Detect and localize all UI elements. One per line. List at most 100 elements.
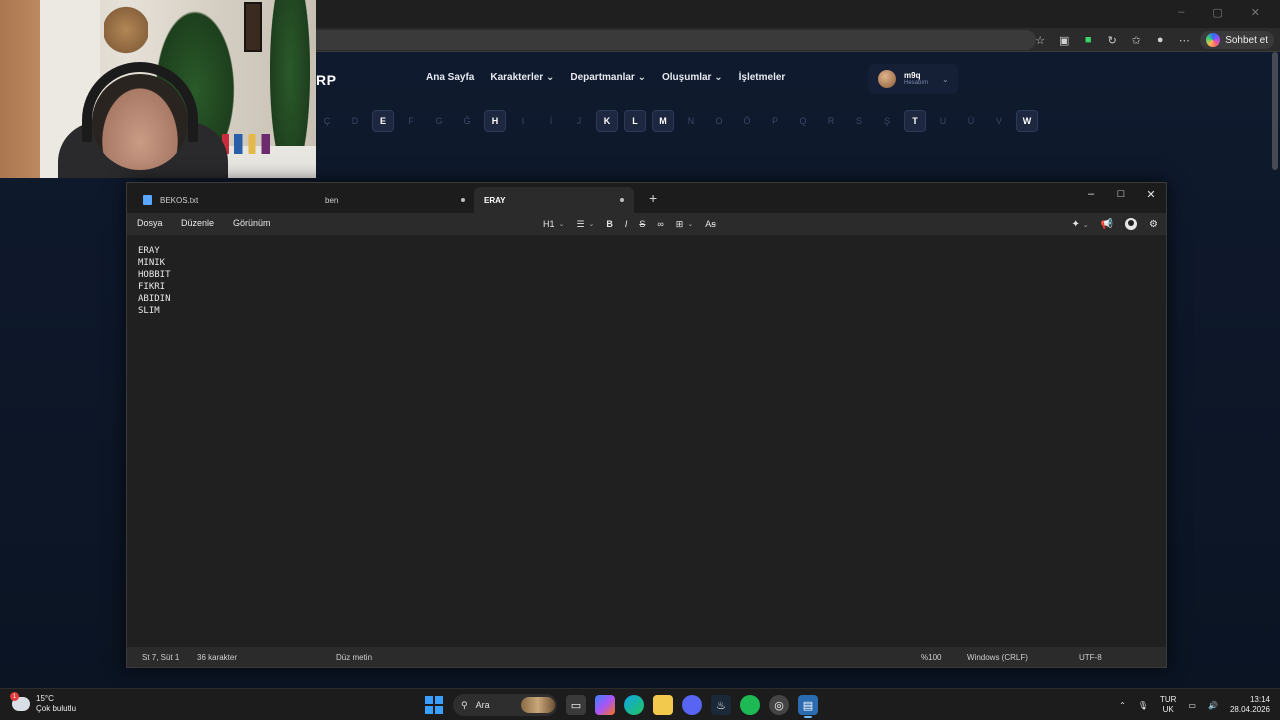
tab-ben[interactable]: ben <box>315 187 475 213</box>
tab-label: BEKOS.txt <box>160 195 199 205</box>
strikethrough-button[interactable]: S <box>639 219 645 229</box>
heading-select[interactable]: H1 ⌄ <box>543 219 564 229</box>
browser-maximize-button[interactable]: ▢ <box>1212 6 1222 19</box>
extension-green-icon[interactable]: ■ <box>1080 32 1096 48</box>
letter-filter-button[interactable]: S <box>848 110 870 132</box>
letter-filter-button[interactable]: P <box>764 110 786 132</box>
tab-bekos[interactable]: BEKOS.txt <box>133 187 293 213</box>
taskbar-search[interactable]: ⚲ Ara <box>453 694 557 716</box>
language-indicator[interactable]: TUR UK <box>1160 695 1176 715</box>
letter-filter-button[interactable]: Ö <box>736 110 758 132</box>
tab-eray[interactable]: ERAY <box>474 187 634 213</box>
letter-filter-button[interactable]: D <box>344 110 366 132</box>
letter-filter-button[interactable]: W <box>1016 110 1038 132</box>
letter-filter-button[interactable]: T <box>904 110 926 132</box>
menu-edit[interactable]: Düzenle <box>181 218 214 228</box>
app-icon[interactable]: ◎ <box>769 695 789 715</box>
zoom-level[interactable]: %100 <box>921 653 941 662</box>
chevron-up-icon[interactable]: ⌃ <box>1119 701 1126 710</box>
microphone-icon[interactable]: 🎙 <box>1138 701 1148 710</box>
new-tab-button[interactable]: + <box>649 191 657 205</box>
notepad-taskbar-icon[interactable]: ▤ <box>798 695 818 718</box>
site-logo[interactable]: RP <box>316 72 336 88</box>
menu-view[interactable]: Görünüm <box>233 218 271 228</box>
clock[interactable]: 13:14 28.04.2026 <box>1230 695 1270 715</box>
letter-filter-button[interactable]: N <box>680 110 702 132</box>
letter-filter-button[interactable]: Ç <box>316 110 338 132</box>
minimize-button[interactable]: – <box>1076 183 1106 205</box>
browser-titlebar: – ▢ ✕ <box>316 0 1280 28</box>
letter-filter-button[interactable]: Q <box>792 110 814 132</box>
letter-filter-button[interactable]: K <box>596 110 618 132</box>
account-menu[interactable]: m9q Hesabım ⌄ <box>868 64 958 94</box>
copilot-taskbar-icon[interactable] <box>595 695 615 715</box>
text-format[interactable]: Düz metin <box>336 653 372 662</box>
more-options-icon[interactable]: ⋯ <box>1176 32 1192 48</box>
favorites-icon[interactable]: ✩ <box>1128 32 1144 48</box>
refresh-extension-icon[interactable]: ↻ <box>1104 32 1120 48</box>
encoding[interactable]: UTF-8 <box>1079 653 1102 662</box>
discord-icon[interactable] <box>682 695 702 715</box>
letter-filter-button[interactable]: U <box>932 110 954 132</box>
announcement-button[interactable]: 📢 <box>1101 219 1113 230</box>
letter-filter-button[interactable]: V <box>988 110 1010 132</box>
profile-icon[interactable]: ● <box>1152 32 1168 48</box>
letter-filter-button[interactable]: I <box>512 110 534 132</box>
browser-close-button[interactable]: ✕ <box>1251 6 1260 19</box>
nav-departments[interactable]: Departmanlar ⌄ <box>570 72 646 83</box>
nav-home[interactable]: Ana Sayfa <box>426 72 474 83</box>
close-button[interactable]: ✕ <box>1136 183 1166 205</box>
browser-minimize-button[interactable]: – <box>1178 6 1184 19</box>
nav-organizations[interactable]: Oluşumlar ⌄ <box>662 72 723 83</box>
start-button[interactable] <box>424 695 444 715</box>
task-view-icon[interactable]: ▭ <box>566 695 586 715</box>
edge-icon[interactable] <box>624 695 644 715</box>
network-icon[interactable]: ▭ <box>1188 701 1196 710</box>
notepad-right-toolbar: ✦ ⌄ 📢 ⚙ <box>1072 216 1158 232</box>
nav-characters[interactable]: Karakterler ⌄ <box>490 72 554 83</box>
letter-filter-button[interactable]: J <box>568 110 590 132</box>
letter-filter-button[interactable]: İ <box>540 110 562 132</box>
file-explorer-icon[interactable] <box>653 695 673 715</box>
menu-file[interactable]: Dosya <box>137 218 163 228</box>
letter-filter-button[interactable]: Ü <box>960 110 982 132</box>
copilot-rewrite-button[interactable]: ✦ ⌄ <box>1072 219 1089 230</box>
steam-icon[interactable]: ♨ <box>711 695 731 715</box>
address-bar[interactable] <box>316 30 1036 50</box>
copilot-button[interactable]: Sohbet et <box>1200 31 1274 49</box>
bold-button[interactable]: B <box>606 219 613 229</box>
letter-filter-button[interactable]: Ş <box>876 110 898 132</box>
link-button[interactable]: ∞ <box>657 219 663 229</box>
volume-icon[interactable]: 🔊 <box>1208 701 1218 710</box>
spotify-icon[interactable] <box>740 695 760 715</box>
account-avatar-icon[interactable] <box>1125 218 1138 230</box>
nav-businesses[interactable]: İşletmeler <box>739 72 786 83</box>
letter-filter-button[interactable]: H <box>484 110 506 132</box>
settings-button[interactable]: ⚙ <box>1149 219 1158 230</box>
letter-filter-button[interactable]: G <box>428 110 450 132</box>
table-button[interactable]: ⊞ ⌄ <box>676 219 693 230</box>
letter-filter-button[interactable]: O <box>708 110 730 132</box>
line-endings[interactable]: Windows (CRLF) <box>967 653 1028 662</box>
unsaved-dot-icon <box>461 198 465 202</box>
italic-button[interactable]: I <box>625 219 628 229</box>
avatar <box>878 70 896 88</box>
page-scrollbar[interactable] <box>1272 52 1278 170</box>
letter-filter-button[interactable]: F <box>400 110 422 132</box>
letter-filter-button[interactable]: R <box>820 110 842 132</box>
letter-filter-button[interactable]: Ğ <box>456 110 478 132</box>
favorite-star-icon[interactable]: ☆ <box>1032 32 1048 48</box>
letter-filter-button[interactable]: M <box>652 110 674 132</box>
extension-icon[interactable]: ▣ <box>1056 32 1072 48</box>
notepad-menubar: Dosya Düzenle Görünüm H1 ⌄ ☰ ⌄ B I S ∞ ⊞… <box>127 213 1166 235</box>
text-editor[interactable]: ERAY MINIK HOBBIT FIKRI ABIDIN SLIM <box>127 235 1166 649</box>
maximize-button[interactable]: □ <box>1106 183 1136 205</box>
weather-widget[interactable]: 1 15°C Çok bulutlu <box>10 692 76 714</box>
search-highlight-image <box>521 697 555 713</box>
list-button[interactable]: ☰ ⌄ <box>576 219 594 230</box>
status-bar: St 7, Süt 1 36 karakter Düz metin %100 W… <box>127 647 1166 667</box>
browser-toolbar: ☆ ▣ ■ ↻ ✩ ● ⋯ Sohbet et <box>316 28 1280 52</box>
letter-filter-button[interactable]: L <box>624 110 646 132</box>
clear-formatting-button[interactable]: Aꞩ <box>705 219 716 230</box>
letter-filter-button[interactable]: E <box>372 110 394 132</box>
